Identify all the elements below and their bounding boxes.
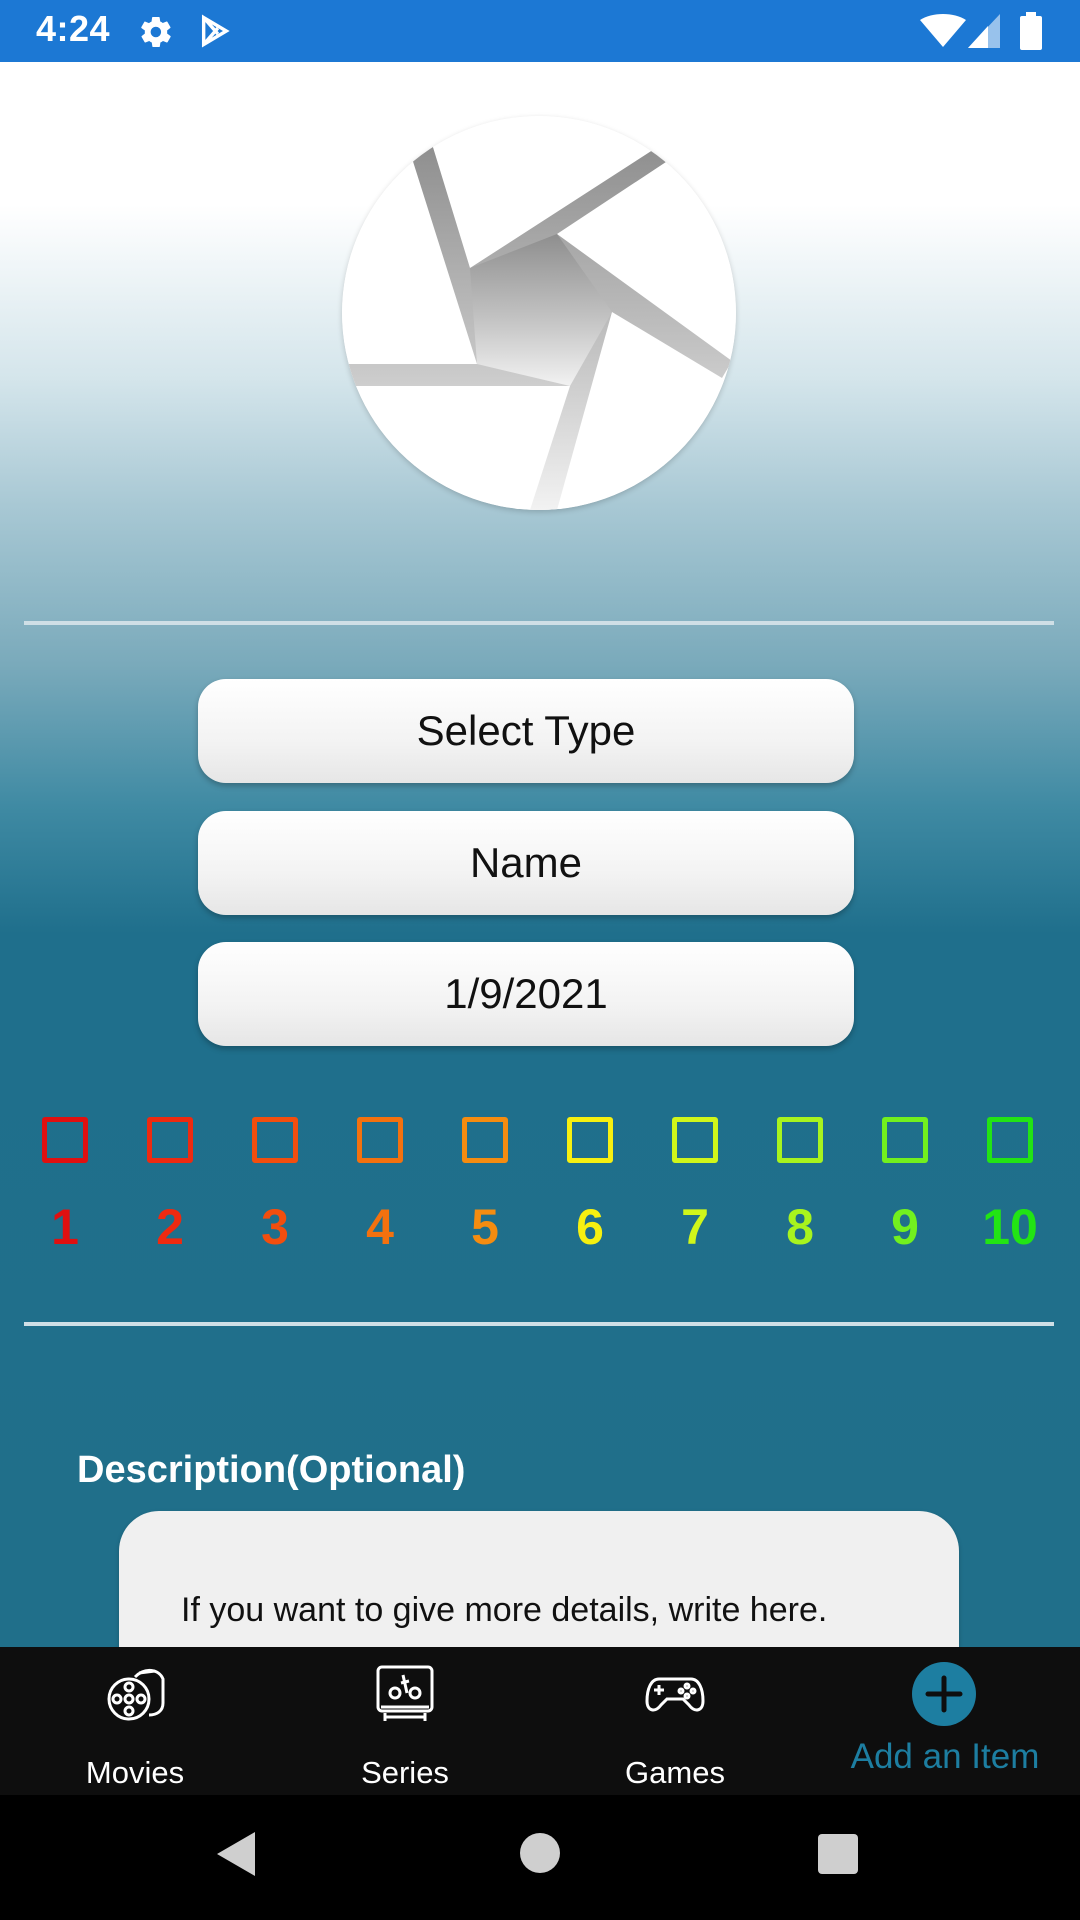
divider (24, 1322, 1054, 1326)
date-value: 1/9/2021 (444, 970, 608, 1017)
name-placeholder: Name (469, 839, 583, 886)
nav-label-add-an-item: Add an Item (850, 1737, 1040, 1776)
rating-checkbox-2[interactable] (147, 1117, 193, 1163)
rating-checkbox-7[interactable] (672, 1117, 718, 1163)
status-bar: 4:24 (0, 0, 1080, 62)
date-field[interactable]: 1/9/2021 (198, 942, 854, 1046)
rating-label-4: 4 (366, 1199, 394, 1255)
rating-label-6: 6 (576, 1199, 604, 1255)
rating-label-3: 3 (261, 1199, 289, 1255)
description-placeholder: If you want to give more details, write … (181, 1591, 828, 1629)
rating-checkbox-6[interactable] (567, 1117, 613, 1163)
recent-apps-icon[interactable] (818, 1834, 858, 1874)
rating-checkbox-3[interactable] (252, 1117, 298, 1163)
rating-checkbox-8[interactable] (777, 1117, 823, 1163)
rating-checkbox-5[interactable] (462, 1117, 508, 1163)
rating-label-1: 1 (51, 1199, 79, 1255)
select-type-button[interactable]: Select Type (198, 679, 854, 783)
signal-icon (968, 14, 1000, 48)
rating-label-9: 9 (891, 1199, 919, 1255)
status-time: 4:24 (36, 8, 111, 49)
play-store-icon (201, 14, 230, 48)
add-item-screen: Select Type Name 1/9/2021 1 2 3 4 5 6 7 … (0, 62, 1080, 1751)
battery-icon (1020, 12, 1042, 50)
divider (24, 621, 1054, 625)
rating-label-7: 7 (681, 1199, 709, 1255)
rating-checkbox-1[interactable] (42, 1117, 88, 1163)
wifi-icon (920, 14, 966, 47)
select-type-label: Select Type (416, 707, 636, 754)
description-label: Description(Optional) (77, 1449, 466, 1491)
nav-label-games: Games (625, 1755, 725, 1790)
rating-checkbox-10[interactable] (987, 1117, 1033, 1163)
nav-item-series[interactable]: Series (270, 1647, 540, 1795)
rating-checkbox-4[interactable] (357, 1117, 403, 1163)
gear-icon (141, 16, 171, 48)
add-circle-icon[interactable] (912, 1662, 976, 1726)
tv-icon (376, 1665, 434, 1721)
nav-label-series: Series (361, 1755, 449, 1790)
system-nav-bar (0, 1795, 1080, 1920)
back-icon[interactable] (215, 1830, 257, 1878)
film-reel-icon (107, 1669, 165, 1721)
rating-label-5: 5 (471, 1199, 499, 1255)
nav-item-games[interactable]: Games (540, 1647, 810, 1795)
gamepad-icon (645, 1677, 705, 1712)
rating-label-8: 8 (786, 1199, 814, 1255)
rating-label-2: 2 (156, 1199, 184, 1255)
rating-checkbox-9[interactable] (882, 1117, 928, 1163)
name-field[interactable]: Name (198, 811, 854, 915)
home-icon[interactable] (520, 1833, 560, 1873)
rating-label-10: 10 (982, 1199, 1038, 1255)
nav-label-movies: Movies (85, 1755, 185, 1790)
camera-shutter-logo (342, 116, 736, 510)
nav-item-movies[interactable]: Movies (0, 1647, 270, 1795)
